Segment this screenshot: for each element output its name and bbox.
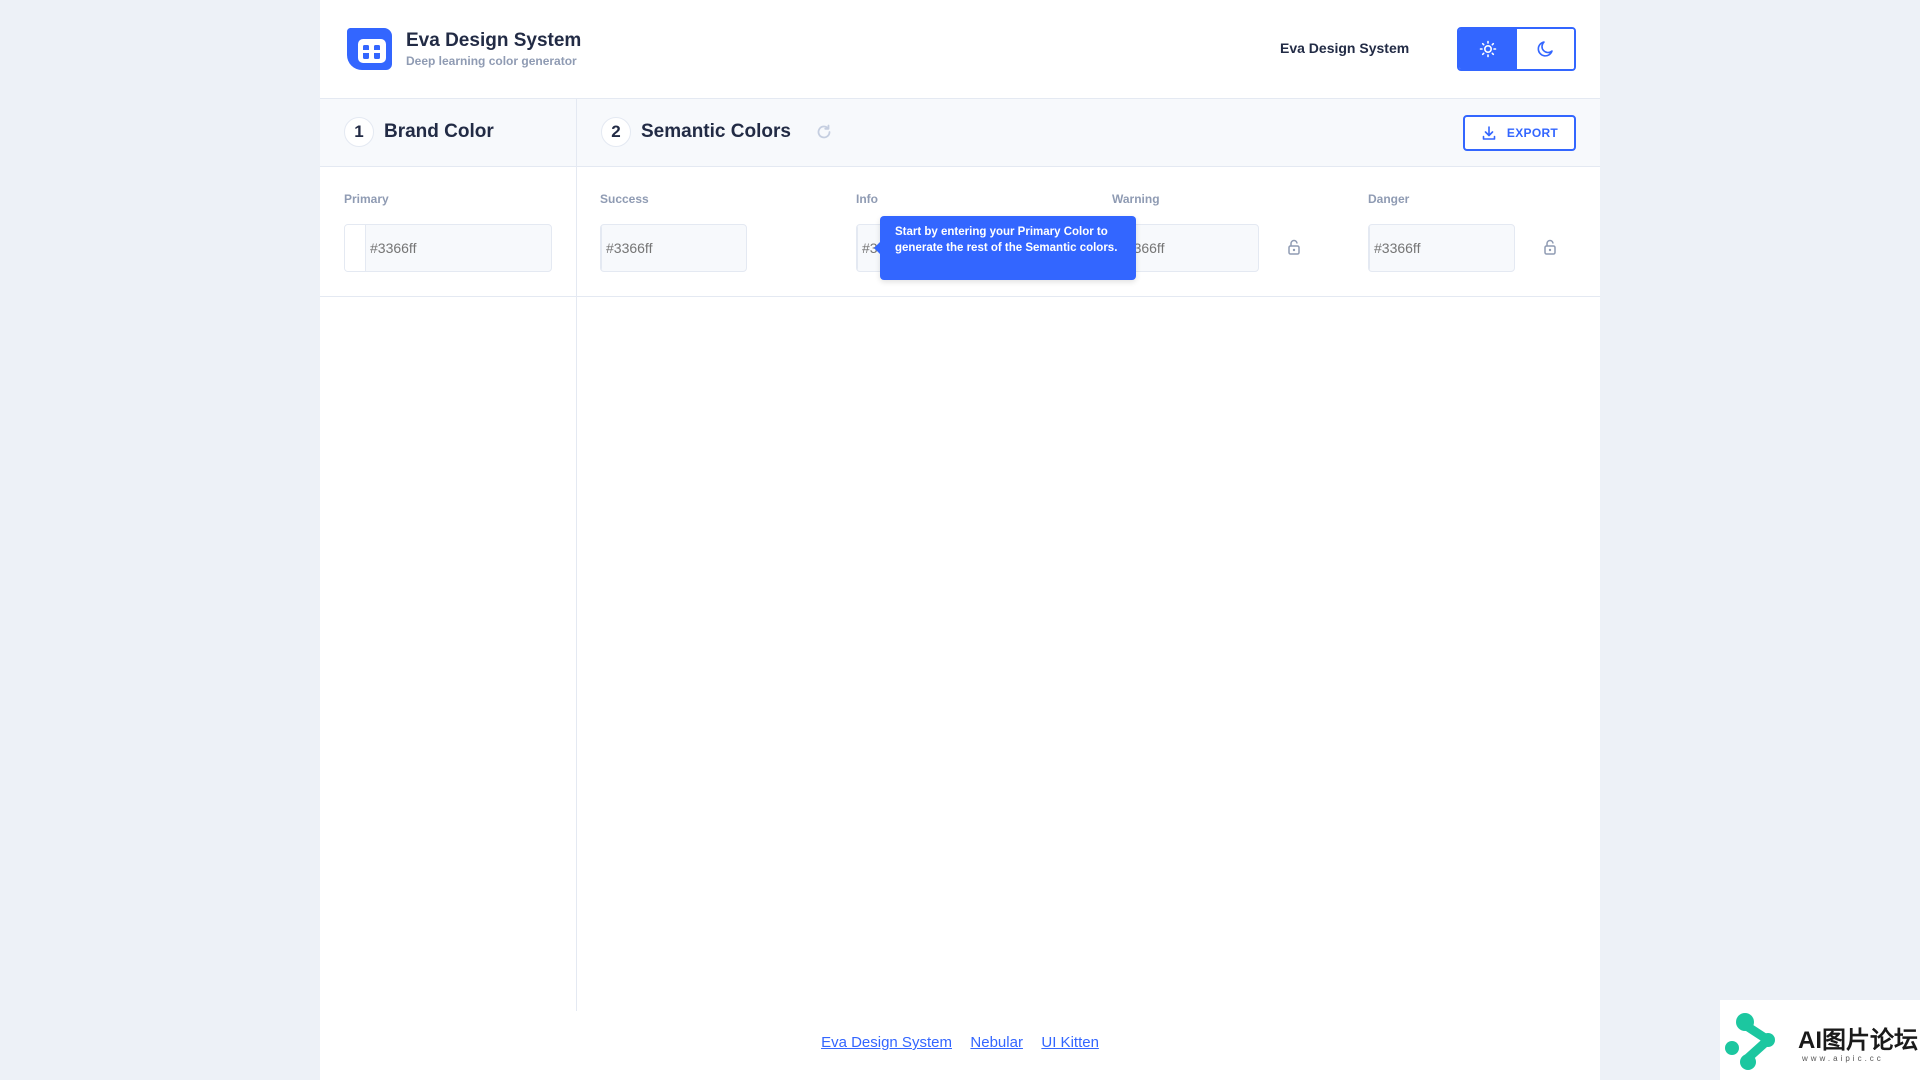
step-number: 2 — [601, 117, 631, 147]
danger-hex-input[interactable] — [1370, 225, 1514, 271]
watermark: AI图片论坛 www.aipic.cc — [1720, 1000, 1920, 1080]
info-label: Info — [856, 192, 878, 206]
success-label: Success — [600, 192, 649, 206]
column-divider — [576, 99, 577, 1011]
primary-swatch[interactable] — [345, 225, 366, 271]
dark-theme-button[interactable] — [1516, 29, 1574, 69]
header: Eva Design System Deep learning color ge… — [320, 0, 1600, 99]
tooltip-text: Start by entering your Primary Color to … — [895, 226, 1118, 254]
step-number: 1 — [344, 117, 374, 147]
danger-color-input — [1368, 224, 1515, 272]
refresh-icon[interactable] — [815, 123, 833, 141]
brand-subtitle: Deep learning color generator — [406, 54, 577, 68]
step-title: Brand Color — [384, 121, 494, 142]
watermark-title: AI图片论坛 — [1798, 1027, 1918, 1054]
export-label: EXPORT — [1506, 126, 1559, 140]
lock-icon[interactable] — [1541, 238, 1559, 256]
step-brand-color: 1 Brand Color — [344, 117, 494, 147]
eva-logo-icon — [346, 28, 392, 70]
theme-toggle — [1457, 27, 1576, 71]
step-semantic-colors: 2 Semantic Colors — [601, 117, 833, 147]
footer-link-ui-kitten[interactable]: UI Kitten — [1041, 1034, 1099, 1051]
watermark-logo-icon — [1725, 1013, 1775, 1070]
export-button[interactable]: EXPORT — [1463, 115, 1576, 151]
warning-label: Warning — [1112, 192, 1160, 206]
footer-link-nebular[interactable]: Nebular — [970, 1034, 1023, 1051]
brand-title: Eva Design System — [406, 30, 582, 51]
watermark-url: www.aipic.cc — [1802, 1054, 1884, 1063]
sun-icon — [1479, 40, 1497, 58]
app-container: Eva Design System Deep learning color ge… — [320, 0, 1600, 1080]
download-icon — [1482, 126, 1496, 140]
light-theme-button[interactable] — [1459, 29, 1517, 69]
section-bar: 1 Brand Color 2 Semantic Colors EXPORT — [320, 99, 1600, 167]
success-hex-input[interactable] — [602, 225, 746, 271]
primary-hex-input[interactable] — [366, 225, 551, 271]
primary-color-input — [344, 224, 552, 272]
onboarding-tooltip: Start by entering your Primary Color to … — [874, 216, 1136, 280]
step-title: Semantic Colors — [641, 121, 791, 142]
lock-icon[interactable] — [1285, 238, 1303, 256]
footer-link-eva[interactable]: Eva Design System — [821, 1034, 952, 1051]
danger-label: Danger — [1368, 192, 1410, 206]
moon-icon — [1537, 41, 1554, 57]
header-nav-link[interactable]: Eva Design System — [1280, 40, 1409, 56]
success-color-input — [600, 224, 747, 272]
primary-label: Primary — [344, 192, 389, 206]
footer: Eva Design System Nebular UI Kitten — [320, 1034, 1600, 1052]
